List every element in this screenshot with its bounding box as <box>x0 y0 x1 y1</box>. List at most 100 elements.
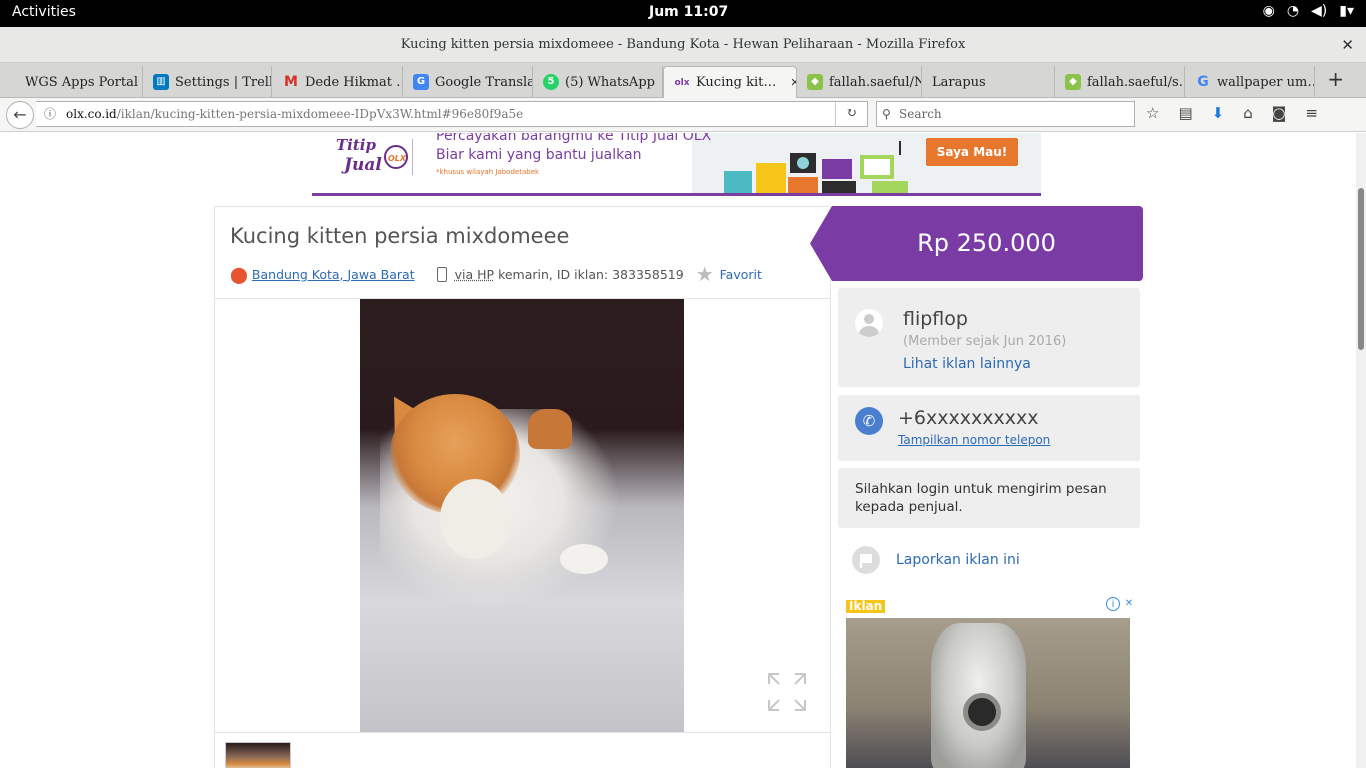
seller-name: flipflop <box>903 308 968 330</box>
more-ads-link[interactable]: Lihat iklan lainnya <box>903 356 1031 372</box>
adchoices-info-icon[interactable]: i <box>1106 597 1120 611</box>
tab-label: Settings | Trello <box>175 74 272 90</box>
listing-panel: Kucing kitten persia mixdomeee ⬤ Bandung… <box>214 206 831 768</box>
reload-icon[interactable]: ↻ <box>835 102 867 126</box>
tab-gitlab-2[interactable]: ◆ fallah.saeful/s… <box>1055 66 1185 98</box>
fullscreen-expand-icon[interactable] <box>767 672 807 712</box>
mobile-phone-icon <box>436 266 447 282</box>
tab-whatsapp[interactable]: 5 (5) WhatsApp <box>533 66 663 98</box>
battery-icon[interactable]: ▮▾ <box>1339 3 1354 19</box>
reading-list-icon[interactable]: ▤ <box>1178 104 1192 122</box>
tab-trello[interactable]: ▥ Settings | Trello <box>143 66 272 98</box>
avatar <box>855 309 883 337</box>
tab-label: wallpaper um… <box>1217 74 1315 90</box>
show-phone-link[interactable]: Tampilkan nomor telepon <box>898 433 1050 447</box>
menu-icon[interactable]: ≡ <box>1305 104 1318 122</box>
activities-button[interactable]: Activities <box>12 4 76 20</box>
location-link[interactable]: Bandung Kota, Jawa Barat <box>252 267 415 282</box>
gitlab-icon: ◆ <box>1065 74 1081 90</box>
gnome-top-bar: Activities Jum 11:07 ◉ ◔ ◀) ▮▾ <box>0 0 1366 27</box>
tab-label: Larapus <box>932 74 986 90</box>
translate-icon: G <box>413 74 429 90</box>
svg-text:OLX: OLX <box>388 154 407 163</box>
login-message: Silahkan login untuk mengirim pesan kepa… <box>855 481 1107 515</box>
banner-separator <box>412 139 413 175</box>
posted-info: kemarin, ID iklan: 383358519 <box>498 266 684 282</box>
toolbar-icons: ☆ ▤ ⬇ ⌂ ◙ ≡ <box>1146 104 1318 122</box>
trello-icon: ▥ <box>153 74 169 90</box>
svg-text:Jual: Jual <box>341 155 382 175</box>
photo-thumbnail[interactable] <box>225 742 291 768</box>
tab-label: (5) WhatsApp <box>565 74 655 90</box>
page-scrollbar[interactable] <box>1356 133 1366 768</box>
wifi-icon[interactable]: ◔ <box>1287 3 1299 19</box>
volume-icon[interactable]: ◀) <box>1311 3 1327 19</box>
price-tag: Rp 250.000 <box>810 206 1143 281</box>
window-titlebar: Kucing kitten persia mixdomeee - Bandung… <box>0 27 1366 63</box>
tab-label: fallah.saeful/s… <box>1087 74 1185 90</box>
bookmark-star-icon[interactable]: ☆ <box>1146 104 1159 122</box>
tab-google-translate[interactable]: G Google Translate <box>403 66 533 98</box>
system-tray[interactable]: ◉ ◔ ◀) ▮▾ <box>1263 3 1354 19</box>
new-tab-button[interactable]: + <box>1327 67 1344 91</box>
tab-larapus[interactable]: Larapus <box>922 66 1055 98</box>
photo-kitten-ear <box>528 409 572 449</box>
banner-line-1: Percayakan barangmu ke Titip Jual OLX <box>436 133 712 144</box>
tab-google[interactable]: G wallpaper um… <box>1185 66 1315 98</box>
record-icon[interactable]: ◉ <box>1263 3 1275 19</box>
banner-line-3: *khusus wilayah Jabodetabek <box>436 168 540 176</box>
member-since: (Member sejak Jun 2016) <box>903 334 1067 349</box>
location-pin-icon: ⬤ <box>230 264 248 284</box>
expand-arrows <box>768 673 806 711</box>
favorite-link[interactable]: Favorit <box>720 267 762 282</box>
ad-product-hole <box>963 693 1001 731</box>
advertisement-image[interactable] <box>846 618 1130 768</box>
tab-gmail[interactable]: M Dede Hikmat … <box>273 66 403 98</box>
tab-wgs-apps-portal[interactable]: WGS Apps Portal <box>15 66 143 98</box>
seller-box: flipflop (Member sejak Jun 2016) Lihat i… <box>838 288 1140 387</box>
listing-title: Kucing kitten persia mixdomeee <box>230 224 570 248</box>
page-content: Titip Jual OLX Percayakan barangmu ke Ti… <box>0 133 1356 768</box>
tab-close-icon[interactable]: ✕ <box>790 76 796 89</box>
tab-olx-active[interactable]: olx Kucing kit… ✕ <box>663 66 797 98</box>
url-path: /iklan/kucing-kitten-persia-mixdomeee-ID… <box>116 107 524 121</box>
gitlab-icon: ◆ <box>807 74 823 90</box>
ad-choices[interactable]: i ✕ <box>1106 597 1136 611</box>
nav-bar: ← ⓘ olx.co.id/iklan/kucing-kitten-persia… <box>0 98 1366 132</box>
login-message-box: Silahkan login untuk mengirim pesan kepa… <box>838 468 1140 528</box>
phone-box: ✆ +6xxxxxxxxxx Tampilkan nomor telepon <box>838 395 1140 461</box>
saya-mau-button[interactable]: Saya Mau! <box>926 138 1018 166</box>
banner-line-2: Biar kami yang bantu jualkan <box>436 147 642 163</box>
favorite-star-icon[interactable]: ★ <box>696 262 714 286</box>
scrollbar-thumb[interactable] <box>1358 188 1364 350</box>
titip-jual-banner[interactable]: Titip Jual OLX Percayakan barangmu ke Ti… <box>312 133 1041 196</box>
report-label: Laporkan iklan ini <box>896 552 1020 568</box>
search-icon: ⚲ <box>882 107 891 121</box>
clock[interactable]: Jum 11:07 <box>649 4 728 20</box>
home-icon[interactable]: ⌂ <box>1243 104 1253 122</box>
ad-close-icon[interactable]: ✕ <box>1122 597 1136 611</box>
gmail-icon: M <box>284 74 298 90</box>
olx-icon: olx <box>674 77 690 88</box>
pocket-icon[interactable]: ◙ <box>1272 104 1287 122</box>
tab-gitlab-1[interactable]: ◆ fallah.saeful/N… <box>797 66 922 98</box>
window-close-button[interactable]: ✕ <box>1341 27 1354 63</box>
downloads-icon[interactable]: ⬇ <box>1212 104 1225 122</box>
photo-kitten-paw <box>560 544 608 574</box>
back-button[interactable]: ← <box>6 101 34 129</box>
listing-photo[interactable] <box>360 299 684 732</box>
url-domain: olx.co.id <box>66 107 117 121</box>
flag-icon <box>852 546 880 574</box>
search-input[interactable]: ⚲ Search <box>876 101 1135 127</box>
tab-label: Google Translate <box>435 74 532 90</box>
report-ad-link[interactable]: Laporkan iklan ini <box>852 545 1020 575</box>
tab-bar: WGS Apps Portal ▥ Settings | Trello M De… <box>0 63 1366 98</box>
tab-label: WGS Apps Portal <box>25 74 139 90</box>
info-icon[interactable]: ⓘ <box>44 102 56 126</box>
tab-label: fallah.saeful/N… <box>829 74 921 90</box>
google-icon: G <box>1197 74 1209 90</box>
titip-jual-logo: Titip Jual OLX <box>334 135 408 175</box>
window-title: Kucing kitten persia mixdomeee - Bandung… <box>400 37 966 52</box>
svg-text:Titip: Titip <box>336 136 376 154</box>
url-bar[interactable]: ⓘ olx.co.id/iklan/kucing-kitten-persia-m… <box>36 101 868 127</box>
